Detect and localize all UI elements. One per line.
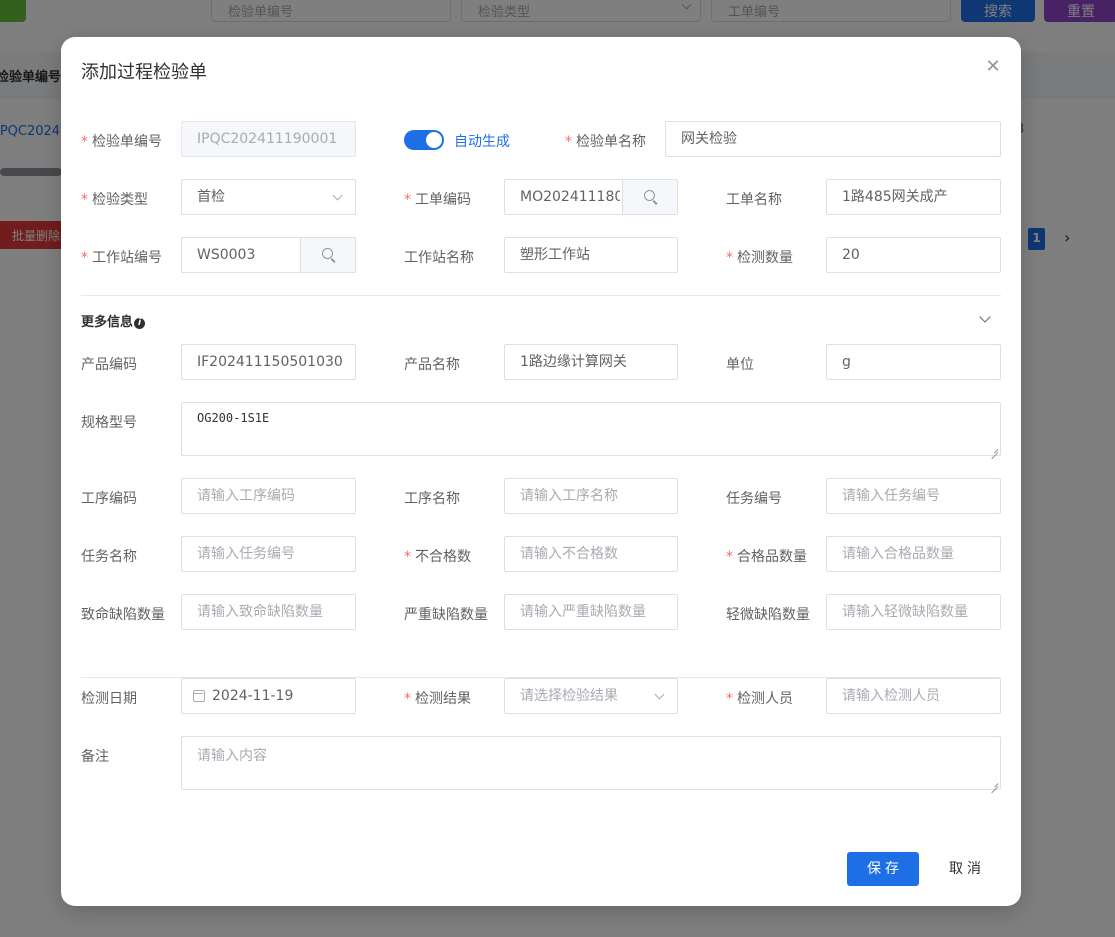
chevron-down-icon bbox=[654, 689, 665, 700]
close-icon[interactable]: ✕ bbox=[982, 56, 1004, 78]
unqualified-input[interactable]: 请输入不合格数 bbox=[504, 536, 678, 572]
required-mark: * bbox=[726, 549, 733, 565]
qualified-label: * 合格品数量 bbox=[726, 546, 807, 566]
code-label-text: 检验单编号 bbox=[92, 134, 162, 150]
dialog-title: 添加过程检验单 bbox=[81, 62, 207, 83]
type-label: * 检验类型 bbox=[81, 189, 148, 209]
station-name-input[interactable]: 塑形工作站 bbox=[504, 237, 678, 273]
code-input: IPQC202411190001 bbox=[181, 121, 356, 157]
station-code-value: WS0003 bbox=[197, 247, 256, 263]
work-order-code-input[interactable]: MO20241118001 bbox=[504, 179, 678, 215]
type-select-value: 首检 bbox=[197, 189, 225, 205]
test-result-label-text: 检测结果 bbox=[415, 691, 471, 707]
calendar-icon bbox=[193, 690, 205, 702]
search-icon bbox=[644, 190, 655, 201]
info-icon: i bbox=[134, 318, 146, 329]
test-date-picker[interactable]: 2024-11-19 bbox=[181, 678, 356, 714]
station-code-label: * 工作站编号 bbox=[81, 247, 162, 267]
required-mark: * bbox=[726, 250, 733, 266]
product-name-input[interactable]: 1路边缘计算网关 bbox=[504, 344, 678, 380]
type-label-text: 检验类型 bbox=[92, 192, 148, 208]
task-code-label: 任务编号 bbox=[726, 491, 782, 507]
remark-textarea[interactable]: 请输入内容 bbox=[181, 736, 1001, 790]
spec-label: 规格型号 bbox=[81, 415, 137, 431]
minor-defects-label: 轻微缺陷数量 bbox=[726, 607, 810, 623]
test-qty-label: * 检测数量 bbox=[726, 247, 793, 267]
save-button[interactable]: 保存 bbox=[847, 852, 919, 886]
search-icon bbox=[322, 248, 333, 259]
name-label: * 检验单名称 bbox=[565, 131, 646, 151]
process-code-label: 工序编码 bbox=[81, 491, 137, 507]
product-name-label: 产品名称 bbox=[404, 357, 460, 373]
name-label-text: 检验单名称 bbox=[576, 134, 646, 150]
unit-label: 单位 bbox=[726, 357, 754, 373]
fatal-defects-input[interactable]: 请输入致命缺陷数量 bbox=[181, 594, 356, 630]
required-mark: * bbox=[404, 549, 411, 565]
qualified-label-text: 合格品数量 bbox=[737, 549, 807, 565]
required-mark: * bbox=[81, 250, 88, 266]
remark-placeholder: 请输入内容 bbox=[197, 748, 267, 764]
required-mark: * bbox=[726, 691, 733, 707]
work-order-name-input[interactable]: 1路485网关成产 bbox=[826, 179, 1001, 215]
work-order-code-value: MO20241118001 bbox=[520, 189, 620, 205]
tester-label-text: 检测人员 bbox=[737, 691, 793, 707]
minor-defects-input[interactable]: 请输入轻微缺陷数量 bbox=[826, 594, 1001, 630]
qualified-input[interactable]: 请输入合格品数量 bbox=[826, 536, 1001, 572]
work-order-code-label-text: 工单编码 bbox=[415, 192, 471, 208]
spec-textarea[interactable]: OG200-1S1E bbox=[181, 402, 1001, 456]
serious-defects-input[interactable]: 请输入严重缺陷数量 bbox=[504, 594, 678, 630]
test-date-label: 检测日期 bbox=[81, 691, 137, 707]
test-result-placeholder: 请选择检验结果 bbox=[520, 688, 618, 704]
process-name-input[interactable]: 请输入工序名称 bbox=[504, 478, 678, 514]
more-info-header[interactable]: 更多信息 i bbox=[81, 311, 146, 330]
station-name-label: 工作站名称 bbox=[404, 250, 474, 266]
tester-input[interactable]: 请输入检测人员 bbox=[826, 678, 1001, 714]
unqualified-label: * 不合格数 bbox=[404, 546, 471, 566]
chevron-down-icon[interactable] bbox=[979, 311, 991, 323]
name-input[interactable]: 网关检验 bbox=[665, 121, 1001, 157]
auto-generate-switch[interactable] bbox=[404, 130, 444, 150]
station-code-label-text: 工作站编号 bbox=[92, 250, 162, 266]
required-mark: * bbox=[81, 192, 88, 208]
serious-defects-label: 严重缺陷数量 bbox=[404, 607, 488, 623]
station-search-button[interactable] bbox=[300, 238, 355, 272]
test-qty-label-text: 检测数量 bbox=[737, 250, 793, 266]
task-name-input[interactable]: 请输入任务编号 bbox=[181, 536, 356, 572]
fatal-defects-label: 致命缺陷数量 bbox=[81, 607, 165, 623]
product-code-label: 产品编码 bbox=[81, 357, 137, 373]
process-code-input[interactable]: 请输入工序编码 bbox=[181, 478, 356, 514]
tester-label: * 检测人员 bbox=[726, 688, 793, 708]
resize-handle[interactable] bbox=[991, 446, 998, 453]
chevron-down-icon bbox=[332, 190, 343, 201]
test-result-select[interactable]: 请选择检验结果 bbox=[504, 678, 678, 714]
section-divider bbox=[81, 295, 1001, 296]
cancel-button[interactable]: 取消 bbox=[929, 852, 1001, 886]
resize-handle[interactable] bbox=[991, 780, 998, 787]
product-code-input[interactable]: IF202411150501030 bbox=[181, 344, 356, 380]
required-mark: * bbox=[404, 192, 411, 208]
unit-input[interactable]: g bbox=[826, 344, 1001, 380]
work-order-search-button[interactable] bbox=[622, 180, 677, 214]
work-order-name-label: 工单名称 bbox=[726, 192, 782, 208]
station-code-input[interactable]: WS0003 bbox=[181, 237, 356, 273]
work-order-code-label: * 工单编码 bbox=[404, 189, 471, 209]
task-name-label: 任务名称 bbox=[81, 549, 137, 565]
type-select[interactable]: 首检 bbox=[181, 179, 356, 215]
code-label: * 检验单编号 bbox=[81, 131, 162, 151]
process-name-label: 工序名称 bbox=[404, 491, 460, 507]
spec-value: OG200-1S1E bbox=[197, 411, 270, 425]
unqualified-label-text: 不合格数 bbox=[415, 549, 471, 565]
required-mark: * bbox=[404, 691, 411, 707]
auto-generate-label: 自动生成 bbox=[454, 134, 510, 150]
remark-label: 备注 bbox=[81, 749, 109, 765]
task-code-input[interactable]: 请输入任务编号 bbox=[826, 478, 1001, 514]
test-date-value: 2024-11-19 bbox=[212, 688, 294, 704]
add-inspection-dialog: 添加过程检验单 ✕ * 检验单编号 IPQC202411190001 自动生成 *… bbox=[61, 37, 1021, 906]
required-mark: * bbox=[81, 134, 88, 150]
more-info-label: 更多信息 bbox=[81, 315, 134, 330]
test-result-label: * 检测结果 bbox=[404, 688, 471, 708]
required-mark: * bbox=[565, 134, 572, 150]
test-qty-input[interactable]: 20 bbox=[826, 237, 1001, 273]
